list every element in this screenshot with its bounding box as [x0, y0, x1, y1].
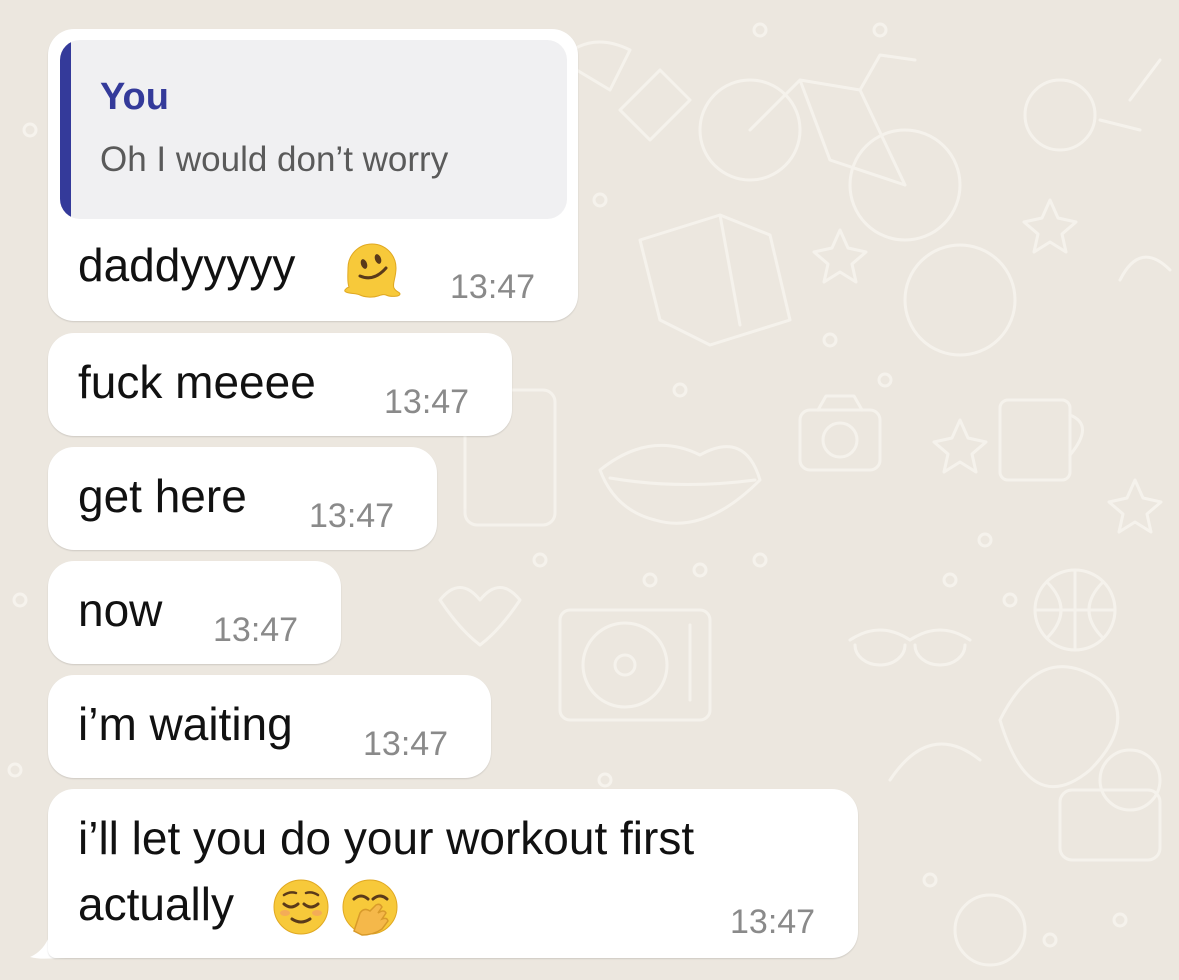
camera-doodle-icon — [798, 394, 882, 472]
message-timestamp: 13:47 — [450, 268, 536, 306]
message-bubble[interactable]: i’ll let you do your workout first actua… — [48, 789, 858, 958]
ball-doodle-icon — [1033, 568, 1117, 652]
cup-doodle-icon — [998, 398, 1084, 482]
message-text: fuck meeee — [78, 356, 316, 408]
quote-accent-bar — [60, 40, 71, 219]
message-text: now — [78, 584, 163, 636]
heart-doodle-icon — [438, 586, 522, 647]
message-text: get here — [78, 470, 247, 522]
map-doodle-icon — [638, 213, 792, 347]
record-doodle-icon — [558, 608, 712, 722]
message-timestamp: 13:47 — [363, 725, 449, 763]
message-bubble[interactable]: You Oh I would don’t worry daddyyyyy 13:… — [48, 29, 578, 321]
quote-author: You — [100, 76, 169, 118]
message-timestamp: 13:47 — [309, 497, 395, 535]
melting-face-icon — [344, 243, 401, 298]
message-text: daddyyyyy — [78, 239, 296, 291]
relieved-face-icon — [273, 879, 329, 935]
message-timestamp: 13:47 — [384, 383, 470, 421]
lips-doodle-icon — [598, 443, 762, 525]
message-text-line-2: actually — [78, 878, 234, 930]
star-doodle-icon — [812, 228, 868, 284]
message-timestamp: 13:47 — [730, 903, 816, 941]
message-text-line-1: i’ll let you do your workout first — [78, 812, 695, 864]
message-bubble[interactable]: i’m waiting 13:47 — [48, 675, 491, 778]
bicycle-doodle-icon — [698, 53, 962, 242]
message-bubble[interactable]: get here 13:47 — [48, 447, 437, 550]
message-text: i’m waiting — [78, 698, 293, 750]
quoted-message[interactable]: You Oh I would don’t worry — [60, 40, 567, 219]
face-with-hand-over-mouth-icon — [342, 879, 398, 936]
message-bubble[interactable]: now 13:47 — [48, 561, 341, 664]
glasses-doodle-icon — [848, 628, 972, 667]
message-timestamp: 13:47 — [213, 611, 299, 649]
quote-text: Oh I would don’t worry — [100, 140, 449, 179]
message-bubble[interactable]: fuck meeee 13:47 — [48, 333, 512, 436]
